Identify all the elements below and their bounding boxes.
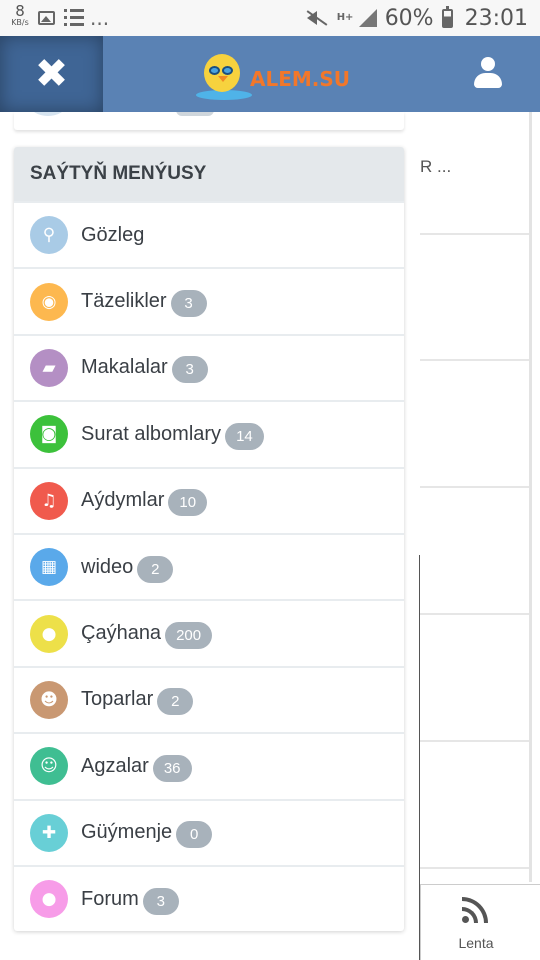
close-menu-button[interactable]: ✖ bbox=[0, 36, 103, 112]
background-snippet: R ... bbox=[420, 157, 452, 176]
count-badge: 14 bbox=[225, 422, 264, 450]
menu-item-label: Makalalar bbox=[81, 356, 168, 379]
menu-item-toparlar[interactable]: ☻ Toparlar 2 bbox=[14, 665, 404, 732]
background-page: R ... bbox=[404, 112, 540, 960]
menu-item-g-menje[interactable]: ✚ Güýmenje 0 bbox=[14, 798, 404, 865]
battery-icon bbox=[441, 5, 453, 28]
count-badge: 36 bbox=[152, 754, 192, 782]
divider bbox=[420, 740, 532, 742]
menu-item-label: Agzalar bbox=[81, 754, 149, 777]
menu-item-label: Aýdymlar bbox=[81, 489, 165, 512]
count-badge: 10 bbox=[168, 489, 208, 517]
menu-item-a-dymlar[interactable]: ♫ Aýdymlar 10 bbox=[14, 466, 404, 533]
page-scrollbar[interactable] bbox=[529, 112, 532, 882]
previous-panel-edge bbox=[14, 112, 404, 130]
count-badge: 2 bbox=[157, 688, 194, 716]
menu-item-forum[interactable]: ● Forum 3 bbox=[14, 864, 404, 931]
menu-item-label: Çaýhana bbox=[81, 622, 162, 645]
signal-icon bbox=[358, 9, 377, 27]
network-speed-value: 8 bbox=[15, 2, 25, 20]
menu-item-label: Surat albomlary bbox=[81, 422, 222, 445]
menu-item-label: Toparlar bbox=[81, 688, 154, 711]
app-header: ✖ ALEM.SU bbox=[0, 36, 540, 112]
menu-item-label: Güýmenje bbox=[81, 821, 173, 844]
divider bbox=[420, 233, 532, 235]
logo-bird-icon bbox=[204, 54, 240, 92]
count-badge: 3 bbox=[171, 356, 208, 384]
site-logo[interactable]: ALEM.SU bbox=[196, 50, 356, 104]
menu-item-label: Täzelikler bbox=[81, 290, 167, 313]
rss-icon: ◉ bbox=[30, 282, 68, 321]
menu-item--a-hana[interactable]: ● Çaýhana 200 bbox=[14, 599, 404, 665]
clock: 23:01 bbox=[464, 5, 528, 31]
divider bbox=[420, 359, 532, 361]
user-icon: ☺ bbox=[30, 747, 68, 786]
mute-icon bbox=[303, 8, 329, 28]
music-icon: ♫ bbox=[30, 481, 68, 520]
menu-item-g-zleg[interactable]: ⚲ Gözleg bbox=[14, 201, 404, 267]
camera-icon: ◙ bbox=[30, 415, 68, 454]
menu-item-agzalar[interactable]: ☺ Agzalar 36 bbox=[14, 732, 404, 798]
logo-text: ALEM.SU bbox=[250, 67, 351, 91]
data-indicator-icon: H+ bbox=[336, 12, 354, 23]
group-icon: ☻ bbox=[30, 680, 68, 719]
close-icon: ✖ bbox=[34, 51, 69, 97]
menu-item-label: wideo bbox=[81, 555, 134, 578]
more-notifications-indicator: ... bbox=[90, 6, 110, 30]
site-menu: SAÝTYŇ MENÝUSY ⚲ Gözleg ◉ Täzelikler 3 ▰ Makal… bbox=[14, 147, 404, 932]
search-icon: ⚲ bbox=[30, 216, 68, 255]
count-badge: 2 bbox=[137, 555, 174, 583]
user-profile-icon[interactable] bbox=[473, 57, 503, 91]
divider bbox=[420, 613, 532, 615]
film-icon: ▦ bbox=[30, 548, 68, 587]
menu-item-t-zelikler[interactable]: ◉ Täzelikler 3 bbox=[14, 267, 404, 333]
forum-icon: ● bbox=[30, 880, 68, 919]
count-badge: 3 bbox=[142, 887, 179, 915]
divider bbox=[420, 486, 532, 488]
battery-percent: 60% bbox=[384, 5, 434, 31]
menu-title: SAÝTYŇ MENÝUSY bbox=[14, 147, 404, 201]
count-badge: 3 bbox=[170, 290, 207, 318]
divider bbox=[420, 867, 532, 869]
tab-lenta[interactable]: Lenta bbox=[420, 884, 540, 960]
image-notification-icon bbox=[38, 11, 55, 25]
menu-item-wideo[interactable]: ▦ wideo 2 bbox=[14, 532, 404, 599]
menu-item-surat-albomlary[interactable]: ◙ Surat albomlary 14 bbox=[14, 400, 404, 466]
menu-item-makalalar[interactable]: ▰ Makalalar 3 bbox=[14, 333, 404, 400]
count-badge: 0 bbox=[176, 821, 213, 849]
menu-item-label: Gözleg bbox=[81, 223, 145, 246]
network-speed-unit: KB/s bbox=[11, 18, 29, 27]
count-badge: 200 bbox=[165, 622, 213, 650]
list-notification-icon bbox=[64, 9, 84, 27]
rss-feed-icon bbox=[462, 897, 488, 923]
book-icon: ▰ bbox=[30, 348, 68, 387]
menu-item-label: Forum bbox=[81, 887, 139, 910]
network-speed: 8 KB/s bbox=[8, 4, 32, 27]
status-bar: 8 KB/s ... H+ 60% 23:01 bbox=[0, 0, 540, 36]
gamepad-icon: ✚ bbox=[30, 813, 68, 852]
tab-lenta-label: Lenta bbox=[458, 935, 494, 951]
chat-bubble-icon: ● bbox=[30, 614, 68, 653]
